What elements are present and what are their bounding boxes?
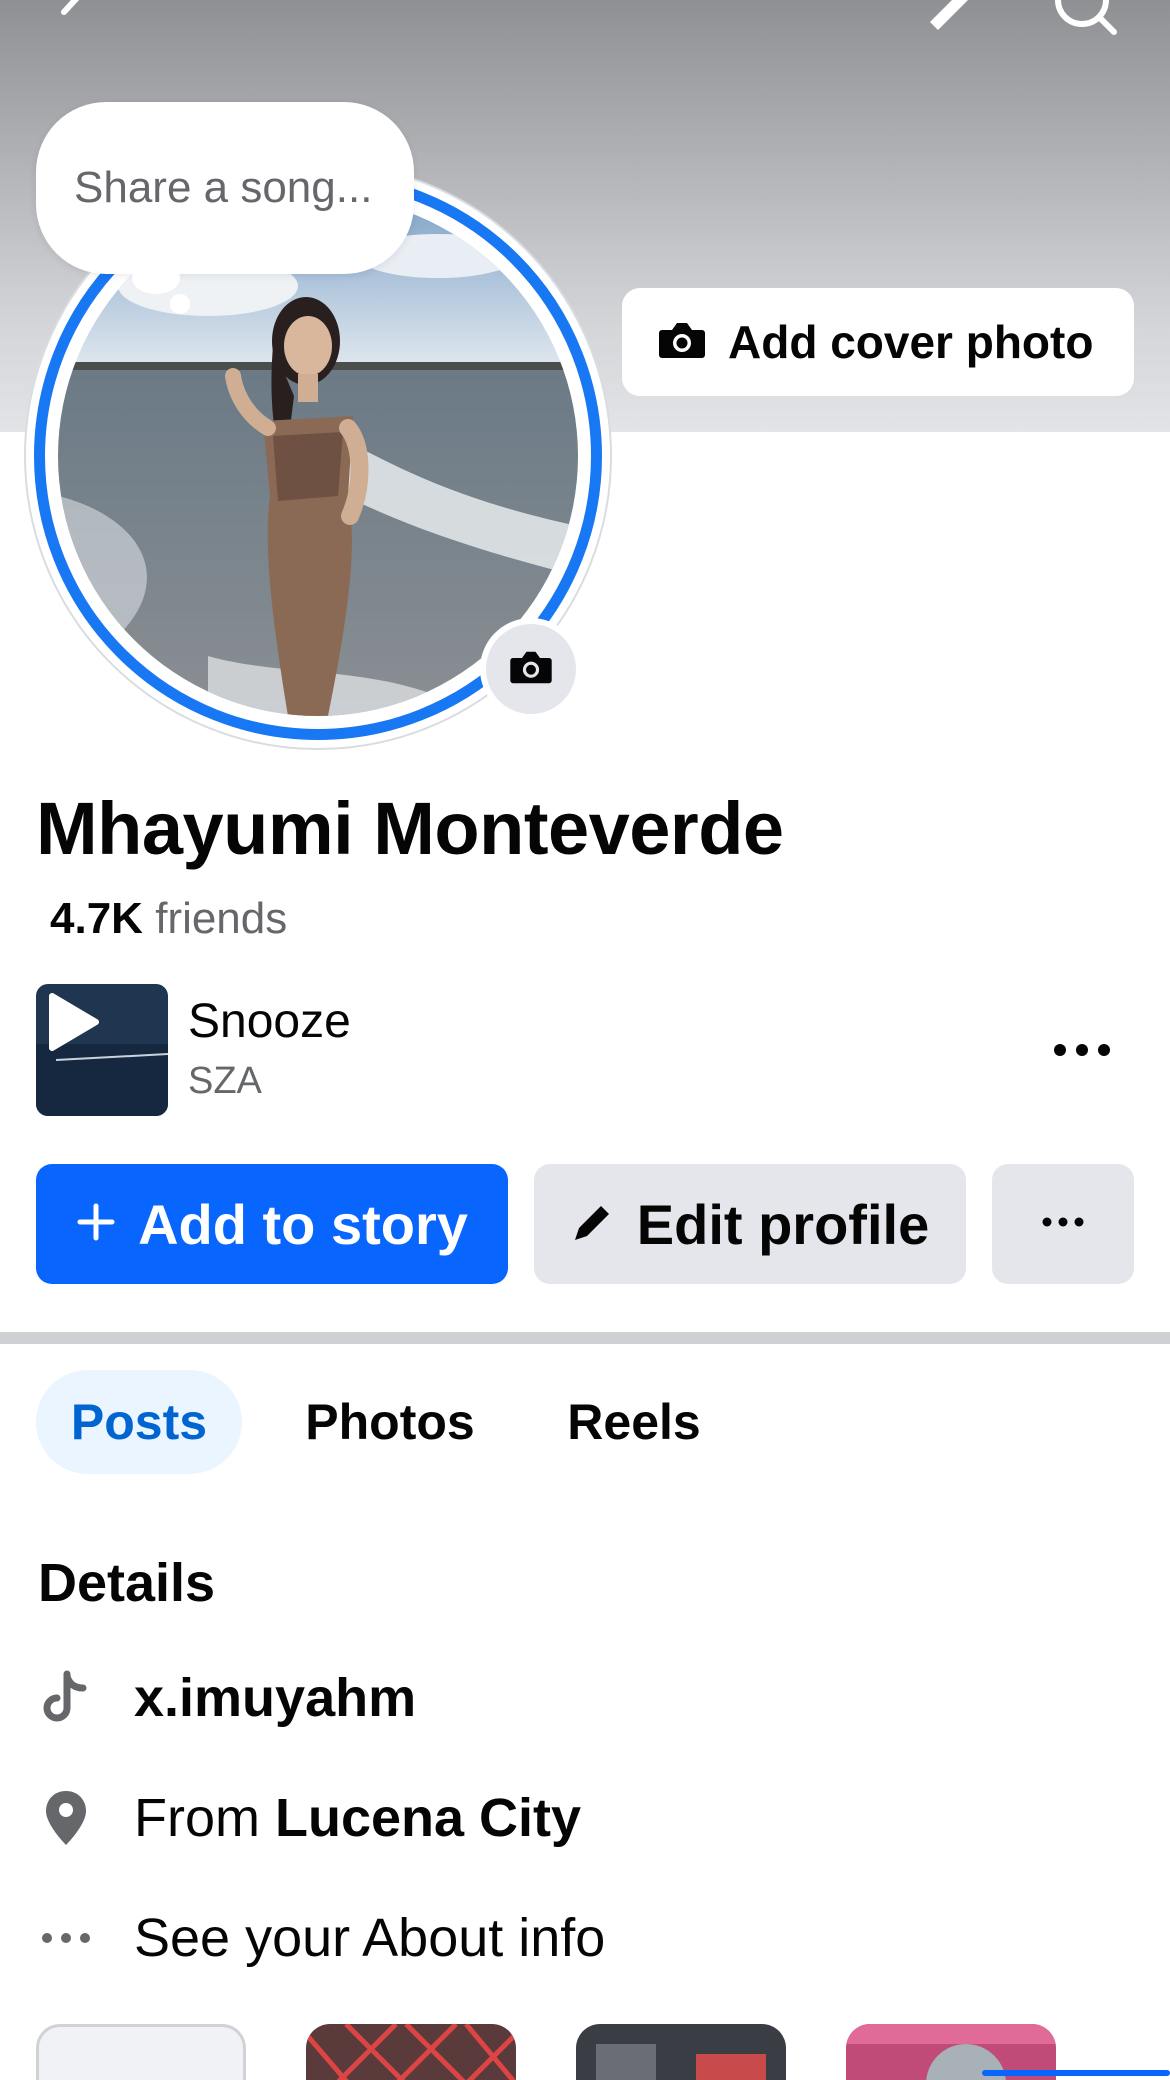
hometown-text: From Lucena City [134, 1787, 581, 1849]
add-cover-photo-button[interactable]: Add cover photo [622, 288, 1134, 396]
friends-count[interactable]: 4.7K friends [50, 894, 287, 944]
featured-thumbnail[interactable] [306, 2024, 516, 2080]
song-album-art[interactable] [36, 984, 168, 1116]
location-pin-icon [38, 1786, 94, 1850]
search-icon[interactable] [1050, 0, 1117, 42]
detail-tiktok[interactable]: x.imuyahm [38, 1658, 416, 1738]
pencil-icon [571, 1200, 615, 1249]
tab-reels[interactable]: Reels [544, 1370, 724, 1474]
edit-profile-button[interactable]: Edit profile [534, 1164, 966, 1284]
song-artist: SZA [188, 1060, 262, 1102]
tab-posts[interactable]: Posts [36, 1370, 242, 1474]
add-to-story-button[interactable]: Add to story [36, 1164, 508, 1284]
plus-icon [76, 1202, 116, 1247]
detail-hometown[interactable]: From Lucena City [38, 1778, 581, 1858]
edit-profile-label: Edit profile [636, 1192, 930, 1256]
bubble-tail [132, 262, 180, 294]
featured-thumbnail[interactable] [576, 2024, 786, 2080]
pencil-icon[interactable] [920, 0, 980, 42]
share-song-note-bubble[interactable]: Share a song... [36, 102, 414, 274]
more-options-button[interactable] [992, 1164, 1134, 1284]
tab-photos[interactable]: Photos [280, 1370, 500, 1474]
bubble-tail-dot [170, 294, 190, 314]
profile-name: Mhayumi Monteverde [36, 787, 784, 870]
change-profile-picture-button[interactable] [480, 618, 582, 720]
hometown-city: Lucena City [275, 1788, 582, 1848]
friends-label: friends [155, 894, 288, 943]
details-heading: Details [38, 1553, 216, 1613]
chevron-left-icon[interactable] [46, 0, 106, 42]
tiktok-username: x.imuyahm [134, 1668, 417, 1728]
scroll-indicator [982, 2070, 1170, 2076]
featured-thumbnail[interactable] [36, 2024, 246, 2080]
song-title[interactable]: Snooze [188, 994, 351, 1049]
more-horizontal-icon [38, 1906, 94, 1970]
more-horizontal-icon [1041, 1215, 1085, 1233]
friends-count-number: 4.7K [50, 894, 143, 943]
section-divider [0, 1332, 1170, 1344]
note-placeholder: Share a song... [74, 163, 373, 212]
add-to-story-label: Add to story [138, 1192, 468, 1256]
about-info-link: See your About info [134, 1908, 606, 1968]
from-prefix: From [134, 1788, 260, 1848]
detail-about-info[interactable]: See your About info [38, 1898, 605, 1978]
camera-icon [509, 649, 553, 690]
camera-icon [658, 320, 706, 365]
add-cover-photo-label: Add cover photo [728, 316, 1094, 368]
more-horizontal-icon[interactable] [1050, 1030, 1120, 1070]
tiktok-icon [38, 1666, 94, 1730]
